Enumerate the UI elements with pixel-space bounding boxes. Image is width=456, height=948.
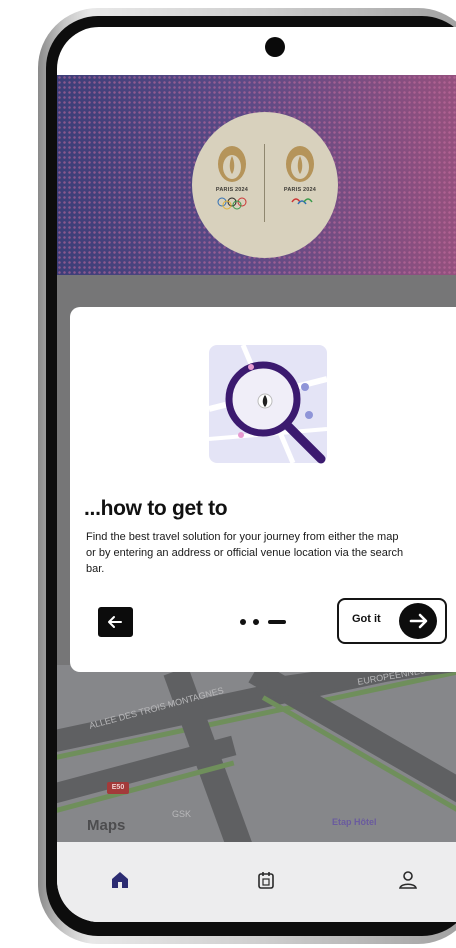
nav-calendar[interactable]: [248, 862, 284, 898]
calendar-icon: [258, 872, 274, 889]
user-icon: [399, 871, 417, 889]
maps-attribution: Maps: [87, 817, 126, 834]
magnifier-icon: [208, 344, 328, 464]
map-poi-hotel[interactable]: Etap Hôtel: [332, 817, 377, 827]
app-screen: PARIS 2024 PARIS 2024 ALLEE DES TROIS MO…: [57, 27, 456, 922]
page-dot: [253, 619, 259, 625]
map-view[interactable]: ALLEE DES TROIS MONTAGNES EUROPEENNES E5…: [57, 665, 456, 842]
home-icon: [112, 872, 128, 888]
previous-button[interactable]: [98, 607, 133, 637]
road-badge: E50: [107, 782, 129, 794]
olympic-emblem: PARIS 2024: [202, 142, 262, 222]
paris-2024-logo: PARIS 2024 PARIS 2024: [192, 112, 338, 258]
page-dot-active: [268, 620, 286, 624]
onboarding-description: Find the best travel solution for your j…: [86, 531, 404, 575]
flame-icon: [286, 146, 314, 205]
got-it-label: Got it: [352, 613, 381, 625]
page-dot: [240, 619, 246, 625]
search-illustration: [203, 339, 333, 469]
flame-icon: [217, 146, 247, 210]
arrow-right-icon: [409, 613, 428, 629]
logo-text-olympic: PARIS 2024: [215, 187, 249, 193]
page-indicator: [240, 618, 300, 626]
got-it-button[interactable]: Got it: [337, 598, 447, 644]
logo-divider: [264, 144, 265, 222]
hero-banner: PARIS 2024 PARIS 2024: [57, 75, 456, 275]
next-circle: [399, 603, 437, 639]
arrow-left-icon: [108, 616, 122, 628]
onboarding-title: ...how to get to: [84, 497, 228, 520]
paralympic-emblem: PARIS 2024: [270, 142, 330, 222]
onboarding-card: ...how to get to Find the best travel so…: [70, 307, 456, 672]
bottom-navigation: [57, 842, 456, 922]
logo-text-paralympic: PARIS 2024: [283, 187, 317, 193]
nav-home[interactable]: [102, 862, 138, 898]
map-poi-gsk[interactable]: GSK: [172, 809, 191, 819]
nav-profile[interactable]: [390, 862, 426, 898]
front-camera: [265, 37, 285, 57]
